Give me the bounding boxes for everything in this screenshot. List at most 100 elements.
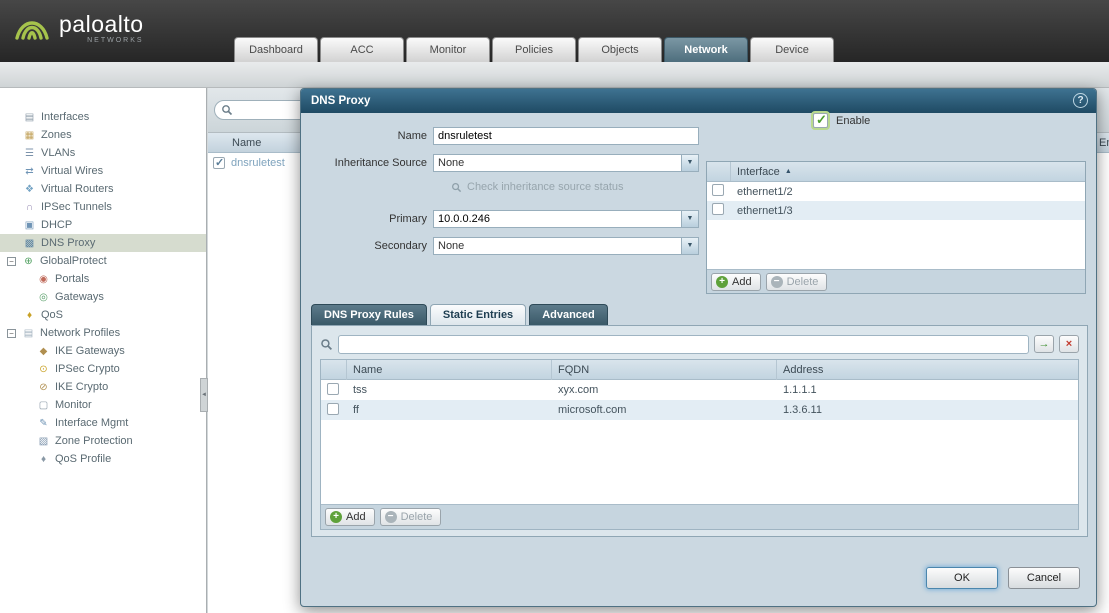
search-icon <box>451 182 462 193</box>
minus-icon: − <box>385 511 397 523</box>
enable-checkbox[interactable] <box>813 113 828 128</box>
sidebar-item-label: Virtual Wires <box>41 165 103 177</box>
sidebar-item-zones[interactable]: ▦ Zones <box>0 126 206 144</box>
chevron-down-icon[interactable]: ▼ <box>681 238 698 254</box>
add-interface-button[interactable]: + Add <box>711 273 761 291</box>
column-header-name: Name <box>347 360 552 380</box>
chevron-down-icon[interactable]: ▼ <box>681 155 698 171</box>
paloalto-logo-icon <box>12 10 52 46</box>
sidebar-item-zone-protection[interactable]: ▧ Zone Protection <box>0 432 206 450</box>
static-entries-search-input[interactable] <box>338 335 1029 354</box>
delete-static-entry-button[interactable]: − Delete <box>380 508 442 526</box>
enable-label: Enable <box>836 115 870 127</box>
primary-dropdown[interactable]: ▼ <box>433 210 699 228</box>
dns-proxy-name-link[interactable]: dnsruletest <box>231 157 285 169</box>
network-profiles-icon: ▤ <box>21 328 36 339</box>
row-checkbox[interactable] <box>327 403 339 415</box>
sidebar-item-ike-gateways[interactable]: ◆ IKE Gateways <box>0 342 206 360</box>
row-checkbox[interactable] <box>712 203 724 215</box>
tab-static-entries[interactable]: Static Entries <box>430 304 526 325</box>
sidebar-item-label: Interfaces <box>41 111 89 123</box>
sidebar-item-qos-profile[interactable]: ♦ QoS Profile <box>0 450 206 468</box>
vlans-icon: ☰ <box>22 148 37 159</box>
sidebar-item-ike-crypto[interactable]: ⊘ IKE Crypto <box>0 378 206 396</box>
qos-icon: ♦ <box>22 310 37 321</box>
sidebar-item-monitor[interactable]: ▢ Monitor <box>0 396 206 414</box>
tab-monitor[interactable]: Monitor <box>406 37 490 62</box>
static-entries-table: Name FQDN Address tss xyx.com 1.1.1.1 ff… <box>320 359 1079 530</box>
tab-dns-proxy-rules[interactable]: DNS Proxy Rules <box>311 304 427 325</box>
minus-icon: − <box>771 276 783 288</box>
sidebar: ▤ Interfaces ▦ Zones ☰ VLANs ⇄ Virtual W… <box>0 88 207 613</box>
collapse-icon[interactable]: − <box>7 329 16 338</box>
sidebar-item-label: IKE Gateways <box>55 345 125 357</box>
static-entry-row[interactable]: tss xyx.com 1.1.1.1 <box>321 380 1078 400</box>
tab-device[interactable]: Device <box>750 37 834 62</box>
sidebar-item-dns-proxy[interactable]: ▩ DNS Proxy <box>0 234 206 252</box>
interface-row[interactable]: ethernet1/2 <box>707 182 1085 201</box>
secondary-dropdown[interactable]: None ▼ <box>433 237 699 255</box>
sidebar-item-gateways[interactable]: ◎ Gateways <box>0 288 206 306</box>
cancel-button[interactable]: Cancel <box>1008 567 1080 589</box>
main-nav-tabs: Dashboard ACC Monitor Policies Objects N… <box>234 37 834 62</box>
interface-row[interactable]: ethernet1/3 <box>707 201 1085 220</box>
search-icon <box>221 104 233 116</box>
close-icon: × <box>1066 338 1072 350</box>
secondary-value: None <box>434 238 680 254</box>
sidebar-item-qos[interactable]: ♦ QoS <box>0 306 206 324</box>
name-input[interactable] <box>434 128 698 144</box>
sidebar-item-label: Network Profiles <box>40 327 120 339</box>
interface-name: ethernet1/2 <box>731 186 1085 198</box>
column-header-address: Address <box>777 360 1078 380</box>
check-inheritance-status-text: Check inheritance source status <box>467 181 624 193</box>
apply-filter-button[interactable]: → <box>1034 335 1054 353</box>
interface-table-header[interactable]: Interface ▲ <box>707 162 1085 182</box>
static-entries-empty-area <box>321 420 1078 504</box>
sidebar-item-interfaces[interactable]: ▤ Interfaces <box>0 108 206 126</box>
sidebar-item-label: Monitor <box>55 399 92 411</box>
sidebar-item-virtual-wires[interactable]: ⇄ Virtual Wires <box>0 162 206 180</box>
add-label: Add <box>346 511 366 523</box>
tab-objects[interactable]: Objects <box>578 37 662 62</box>
row-checkbox[interactable] <box>327 383 339 395</box>
sidebar-item-label: IPSec Crypto <box>55 363 120 375</box>
check-inheritance-status-link[interactable]: Check inheritance source status <box>451 181 624 193</box>
sidebar-item-globalprotect[interactable]: − ⊕ GlobalProtect <box>0 252 206 270</box>
tab-network[interactable]: Network <box>664 37 748 62</box>
static-entry-row[interactable]: ff microsoft.com 1.3.6.11 <box>321 400 1078 420</box>
primary-input[interactable] <box>434 211 680 227</box>
sidebar-item-ipsec-tunnels[interactable]: ∩ IPSec Tunnels <box>0 198 206 216</box>
portals-icon: ◉ <box>36 274 51 285</box>
sidebar-item-virtual-routers[interactable]: ❖ Virtual Routers <box>0 180 206 198</box>
tab-dashboard[interactable]: Dashboard <box>234 37 318 62</box>
add-static-entry-button[interactable]: + Add <box>325 508 375 526</box>
sidebar-item-network-profiles[interactable]: − ▤ Network Profiles <box>0 324 206 342</box>
entry-name: tss <box>347 384 552 396</box>
ok-button[interactable]: OK <box>926 567 998 589</box>
interface-table: Interface ▲ ethernet1/2 ethernet1/3 + Ad… <box>706 161 1086 294</box>
interface-name: ethernet1/3 <box>731 205 1085 217</box>
sidebar-item-label: Portals <box>55 273 89 285</box>
sidebar-item-portals[interactable]: ◉ Portals <box>0 270 206 288</box>
clear-filter-button[interactable]: × <box>1059 335 1079 353</box>
sidebar-item-vlans[interactable]: ☰ VLANs <box>0 144 206 162</box>
help-icon[interactable]: ? <box>1073 93 1088 108</box>
sidebar-item-interface-mgmt[interactable]: ✎ Interface Mgmt <box>0 414 206 432</box>
row-checkbox[interactable] <box>712 184 724 196</box>
delete-interface-button[interactable]: − Delete <box>766 273 828 291</box>
interface-table-footer: + Add − Delete <box>707 269 1085 293</box>
inheritance-source-value: None <box>434 155 680 171</box>
sidebar-collapse-handle[interactable]: ◄ <box>200 378 208 412</box>
inheritance-source-dropdown[interactable]: None ▼ <box>433 154 699 172</box>
tab-policies[interactable]: Policies <box>492 37 576 62</box>
row-checkbox[interactable] <box>213 157 225 169</box>
static-entries-table-header[interactable]: Name FQDN Address <box>321 360 1078 380</box>
sidebar-item-ipsec-crypto[interactable]: ⊙ IPSec Crypto <box>0 360 206 378</box>
tab-acc[interactable]: ACC <box>320 37 404 62</box>
sidebar-item-dhcp[interactable]: ▣ DHCP <box>0 216 206 234</box>
ipsec-tunnels-icon: ∩ <box>22 202 37 213</box>
collapse-icon[interactable]: − <box>7 257 16 266</box>
entry-fqdn: microsoft.com <box>552 404 777 416</box>
tab-advanced[interactable]: Advanced <box>529 304 608 325</box>
chevron-down-icon[interactable]: ▼ <box>681 211 698 227</box>
